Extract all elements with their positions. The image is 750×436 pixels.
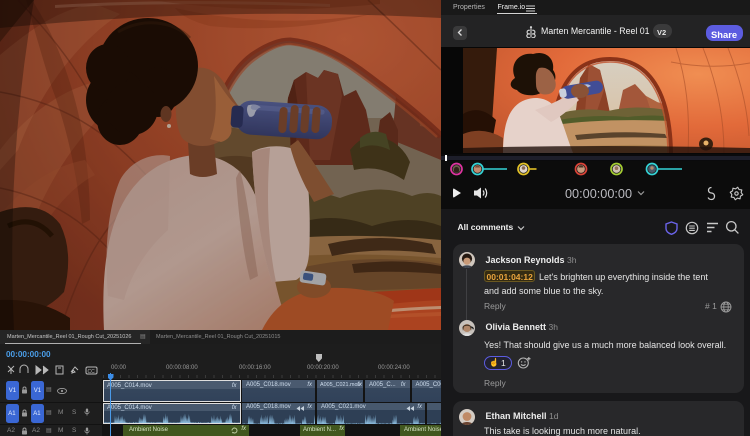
svg-text:CC: CC xyxy=(88,369,96,375)
